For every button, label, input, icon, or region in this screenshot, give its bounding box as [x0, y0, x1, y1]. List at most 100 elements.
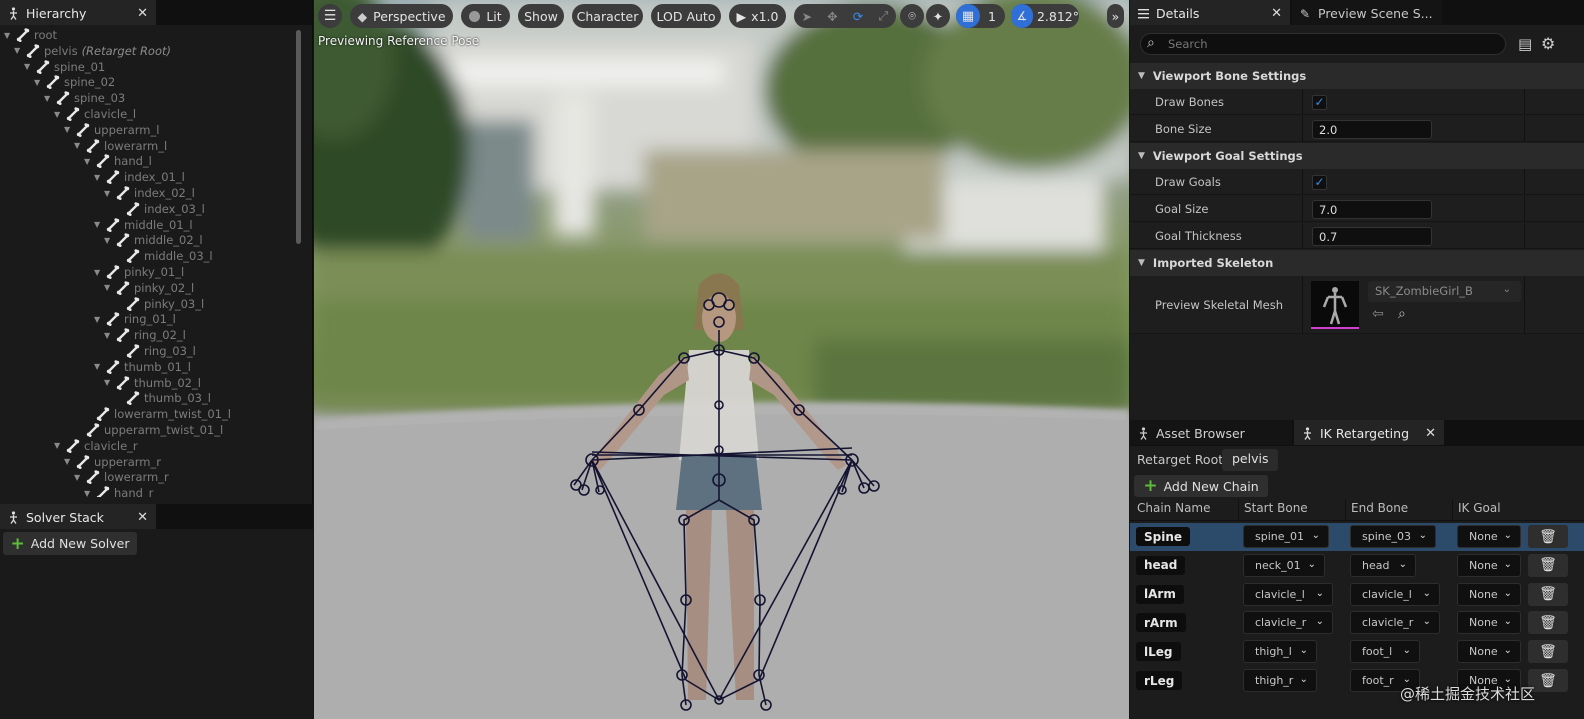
- draw-goals-checkbox[interactable]: ✓: [1312, 175, 1327, 190]
- chevron-down-icon[interactable]: ▼: [64, 125, 74, 134]
- hierarchy-item[interactable]: ▼ middle_02_l: [104, 232, 203, 248]
- delete-chain-button[interactable]: 🗑: [1528, 553, 1568, 577]
- table-row[interactable]: lArm clavicle_l ⌄ clavicle_l ⌄ None ⌄ 🗑: [1130, 580, 1584, 609]
- hierarchy-item[interactable]: ▼ pinky_01_l: [94, 264, 184, 280]
- ik-goal-dropdown[interactable]: None ⌄: [1457, 525, 1521, 548]
- chain-name[interactable]: lArm: [1136, 584, 1184, 604]
- hierarchy-item[interactable]: ▼ hand_r: [84, 485, 153, 497]
- hierarchy-item[interactable]: ▼ upperarm_r: [64, 454, 161, 470]
- scale-icon[interactable]: ⤢: [878, 8, 888, 24]
- tab-hierarchy[interactable]: Hierarchy ✕: [0, 0, 156, 25]
- col-ik-goal[interactable]: IK Goal: [1458, 501, 1501, 521]
- ik-goal-dropdown[interactable]: None ⌄: [1457, 611, 1521, 635]
- grid-snap-button[interactable]: ▦ 1: [956, 4, 1005, 28]
- delete-chain-button[interactable]: 🗑: [1528, 582, 1568, 606]
- start-bone-dropdown[interactable]: thigh_l ⌄: [1243, 640, 1317, 664]
- hierarchy-item[interactable]: ▼ index_02_l: [104, 185, 195, 201]
- tab-asset-browser[interactable]: Asset Browser: [1130, 420, 1292, 445]
- chevron-down-icon[interactable]: ▼: [74, 141, 84, 150]
- hierarchy-item[interactable]: ▼ ring_01_l: [94, 311, 176, 327]
- start-bone-dropdown[interactable]: spine_01 ⌄: [1243, 525, 1329, 548]
- hierarchy-item[interactable]: ▼ middle_01_l: [94, 217, 193, 233]
- chevron-down-icon[interactable]: ▼: [24, 62, 34, 71]
- table-row[interactable]: head neck_01 ⌄ head ⌄ None ⌄ 🗑: [1130, 551, 1584, 580]
- hierarchy-item[interactable]: upperarm_twist_01_l: [74, 422, 223, 438]
- use-selected-icon[interactable]: ⇦: [1372, 306, 1384, 322]
- delete-chain-button[interactable]: 🗑: [1528, 611, 1568, 635]
- show-button[interactable]: Show: [518, 4, 564, 28]
- chevron-down-icon[interactable]: ▼: [54, 110, 64, 119]
- goal-thickness-input[interactable]: 0.7: [1312, 227, 1432, 246]
- lod-button[interactable]: LOD Auto: [651, 4, 721, 28]
- start-bone-dropdown[interactable]: neck_01 ⌄: [1243, 553, 1325, 577]
- hierarchy-item[interactable]: ▼ spine_02: [34, 74, 115, 90]
- chevron-down-icon[interactable]: ▼: [14, 46, 24, 55]
- add-new-solver-button[interactable]: + Add New Solver: [3, 532, 137, 555]
- chevron-down-icon[interactable]: ▼: [84, 489, 94, 497]
- browse-icon[interactable]: ⌕: [1398, 306, 1406, 322]
- perspective-button[interactable]: ◆ Perspective: [350, 4, 453, 28]
- tab-ik-retargeting[interactable]: IK Retargeting ✕: [1294, 420, 1444, 445]
- hierarchy-item[interactable]: ▼ root: [4, 27, 57, 43]
- hierarchy-item[interactable]: ▼ lowerarm_l: [74, 138, 167, 154]
- chevron-down-icon[interactable]: ▼: [94, 173, 104, 182]
- chevron-down-icon[interactable]: ▼: [64, 457, 74, 466]
- table-view-icon[interactable]: ▤: [1518, 35, 1532, 53]
- chevron-down-icon[interactable]: ▼: [94, 220, 104, 229]
- mesh-thumbnail[interactable]: [1311, 281, 1359, 329]
- delete-chain-button[interactable]: 🗑: [1528, 525, 1568, 548]
- bone-size-input[interactable]: 2.0: [1312, 120, 1432, 139]
- section-viewport-bone-settings[interactable]: ▼ Viewport Bone Settings: [1130, 63, 1584, 89]
- chain-name[interactable]: head: [1136, 555, 1186, 575]
- hierarchy-item[interactable]: thumb_03_l: [114, 390, 211, 406]
- end-bone-dropdown[interactable]: foot_l ⌄: [1350, 640, 1420, 664]
- viewport-menu-button[interactable]: ☰: [318, 4, 342, 28]
- preview-mesh-dropdown[interactable]: SK_ZombieGirl_B ⌄: [1368, 281, 1521, 302]
- chevron-down-icon[interactable]: ▼: [4, 31, 14, 40]
- tab-preview-scene[interactable]: ✎ Preview Scene S...: [1292, 0, 1442, 25]
- hierarchy-item[interactable]: middle_03_l: [114, 248, 213, 264]
- hierarchy-item[interactable]: ring_03_l: [114, 343, 196, 359]
- ik-goal-dropdown[interactable]: None ⌄: [1457, 582, 1521, 606]
- hierarchy-item[interactable]: ▼ spine_01: [24, 59, 105, 75]
- tab-details[interactable]: Details ✕: [1130, 0, 1290, 25]
- chevron-down-icon[interactable]: ▼: [54, 441, 64, 450]
- chevron-down-icon[interactable]: ▼: [104, 331, 114, 340]
- close-icon[interactable]: ✕: [1425, 426, 1436, 441]
- hierarchy-item[interactable]: ▼ pelvis (Retarget Root): [14, 43, 171, 59]
- end-bone-dropdown[interactable]: spine_03 ⌄: [1350, 525, 1436, 548]
- hierarchy-item[interactable]: pinky_03_l: [114, 296, 204, 312]
- select-icon[interactable]: ➤: [802, 9, 812, 24]
- hierarchy-scrollbar[interactable]: [296, 30, 301, 244]
- close-icon[interactable]: ✕: [1271, 6, 1282, 21]
- ik-goal-dropdown[interactable]: None ⌄: [1457, 640, 1521, 664]
- chevron-down-icon[interactable]: ▼: [94, 268, 104, 277]
- ik-goal-dropdown[interactable]: None ⌄: [1457, 553, 1521, 577]
- start-bone-dropdown[interactable]: thigh_r ⌄: [1243, 669, 1317, 692]
- hierarchy-item[interactable]: ▼ clavicle_l: [54, 106, 136, 122]
- chevron-down-icon[interactable]: ▼: [34, 78, 44, 87]
- chevron-down-icon[interactable]: ▼: [104, 378, 114, 387]
- chain-name[interactable]: rArm: [1136, 613, 1186, 633]
- section-viewport-goal-settings[interactable]: ▼ Viewport Goal Settings: [1130, 143, 1584, 169]
- character-button[interactable]: Character: [572, 4, 643, 28]
- hierarchy-item[interactable]: ▼ thumb_01_l: [94, 359, 191, 375]
- draw-bones-checkbox[interactable]: ✓: [1312, 95, 1327, 110]
- close-icon[interactable]: ✕: [137, 6, 148, 21]
- chevron-down-icon[interactable]: ▼: [104, 283, 114, 292]
- hierarchy-item[interactable]: ▼ index_01_l: [94, 169, 185, 185]
- chevron-down-icon[interactable]: ▼: [104, 189, 114, 198]
- table-row[interactable]: Spine spine_01 ⌄ spine_03 ⌄ None ⌄ 🗑: [1130, 523, 1584, 551]
- start-bone-dropdown[interactable]: clavicle_r ⌄: [1243, 611, 1333, 635]
- tab-solver-stack[interactable]: Solver Stack ✕: [0, 504, 156, 529]
- angle-snap-button[interactable]: ∡ 2.812°: [1011, 4, 1079, 28]
- end-bone-dropdown[interactable]: clavicle_r ⌄: [1350, 611, 1440, 635]
- rotate-icon[interactable]: ⟳: [853, 9, 863, 24]
- chain-name[interactable]: lLeg: [1136, 642, 1181, 662]
- chevron-down-icon[interactable]: ▼: [44, 94, 54, 103]
- hierarchy-item[interactable]: ▼ pinky_02_l: [104, 280, 194, 296]
- hierarchy-item[interactable]: index_03_l: [114, 201, 205, 217]
- hierarchy-item[interactable]: ▼ thumb_02_l: [104, 375, 201, 391]
- table-row[interactable]: rArm clavicle_r ⌄ clavicle_r ⌄ None ⌄ 🗑: [1130, 609, 1584, 638]
- hierarchy-item[interactable]: lowerarm_twist_01_l: [84, 406, 231, 422]
